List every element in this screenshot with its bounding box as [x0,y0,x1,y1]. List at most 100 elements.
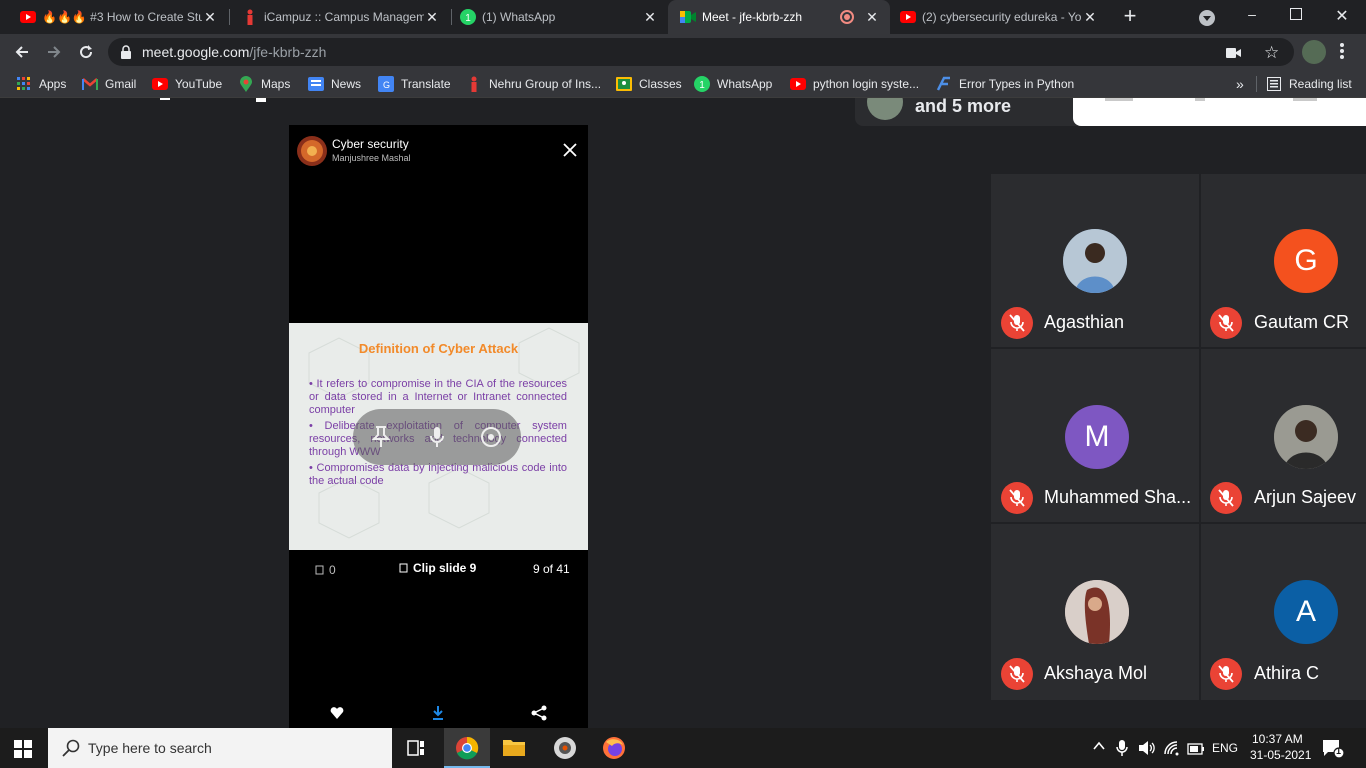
task-view-icon [407,740,424,756]
screen-share-overlay[interactable] [353,409,521,465]
tray-chevron-up-icon[interactable] [1092,739,1106,756]
taskbar-chrome[interactable] [444,728,490,768]
tab-youtube-edureka[interactable]: (2) cybersecurity edureka - Yo ✕ [888,0,1108,34]
windows-taskbar: Type here to search ENG 10:37 AM 31-05-2… [0,728,1366,768]
tray-time[interactable]: 10:37 AM [1252,732,1303,746]
disc-icon [554,737,576,759]
fullscreen-icon[interactable] [479,425,503,449]
like-button[interactable] [330,706,344,725]
star-icon[interactable]: ☆ [1264,43,1279,63]
tray-volume-icon[interactable] [1138,740,1156,761]
slide-bullet: • Compromises data by injecting maliciou… [309,462,567,487]
close-icon[interactable]: ✕ [642,9,658,25]
tray-date[interactable]: 31-05-2021 [1250,748,1311,762]
participants-more-text: and 5 more [915,98,1012,116]
tab-meet[interactable]: Meet - jfe-kbrb-zzh ✕ [668,0,890,34]
participant-tile-athira[interactable]: A Athira C [1201,524,1366,700]
window-close-button[interactable]: ✕ [1334,6,1350,26]
bookmark-gmail[interactable]: Gmail [82,70,136,98]
reload-button[interactable] [76,42,96,62]
participant-tile-arjun[interactable]: Arjun Sajeev [1201,349,1366,522]
tray-microphone-icon[interactable] [1116,739,1128,762]
tab-icampuz[interactable]: iCampuz :: Campus Managem ✕ [230,0,450,34]
taskbar-media-app[interactable] [553,736,577,765]
bookmark-error-types[interactable]: Error Types in Python [936,70,1074,98]
address-bar[interactable]: meet.google.com/jfe-kbrb-zzh ☆ [108,38,1294,66]
participant-tile-agasthian[interactable]: Agasthian [991,174,1199,347]
taskbar-file-explorer[interactable] [502,737,526,762]
bookmark-maps[interactable]: Maps [238,70,290,98]
notification-center-button[interactable]: 1 [1322,738,1345,763]
notification-count: 1 [1336,746,1342,756]
close-icon[interactable]: ✕ [1082,9,1098,25]
avatar [1065,580,1129,644]
camera-icon[interactable] [1226,46,1242,64]
participant-tile-muhammed[interactable]: M Muhammed Sha... [991,349,1199,522]
bookmark-label: Error Types in Python [959,77,1075,91]
bookmarks-overflow-button[interactable]: » [1236,70,1244,98]
bookmark-divider [1256,76,1257,92]
chrome-icon [456,736,479,760]
new-tab-button[interactable]: + [1118,5,1142,29]
tab-search-button[interactable] [1199,10,1215,26]
bookmark-label: python login syste... [813,77,920,91]
close-icon [563,143,577,157]
bookmark-news[interactable]: News [308,70,361,98]
minimize-button[interactable]: – [1242,6,1262,26]
translate-icon: G [378,76,394,92]
pin-icon[interactable] [371,425,391,449]
bookmark-whatsapp[interactable]: 1 WhatsApp [694,70,772,98]
clip-slide-button[interactable]: Clip slide 9 [399,561,476,575]
tab-youtube-stu[interactable]: 🔥🔥🔥 #3 How to Create Stu ✕ [8,0,228,34]
participant-tile-gautam[interactable]: G Gautam CR [1201,174,1366,347]
viewer-author: Manjushree Mashal [332,153,411,163]
reading-list-button[interactable]: Reading list [1266,70,1352,98]
avatar [1063,229,1127,293]
tray-language[interactable]: ENG [1212,741,1238,755]
bookmark-apps[interactable]: Apps [16,70,66,98]
news-icon [308,76,324,92]
mic-off-icon [1210,658,1242,690]
download-button[interactable] [431,705,445,726]
bookmark-python-login[interactable]: python login syste... [790,70,919,98]
bookmark-nehru[interactable]: Nehru Group of Ins... [466,70,601,98]
close-icon[interactable]: ✕ [202,9,218,25]
tray-battery-icon[interactable] [1187,742,1205,760]
heart-icon [330,707,344,719]
tab-title: Meet - jfe-kbrb-zzh [702,10,803,24]
task-view-button[interactable] [406,739,426,762]
bookmark-youtube[interactable]: YouTube [152,70,222,98]
slide-image: Definition of Cyber Attack • It refers t… [289,323,588,550]
viewer-close-button[interactable] [561,141,579,159]
recording-icon [840,10,854,24]
search-placeholder: Type here to search [88,740,212,756]
firefox-icon [603,737,625,759]
browser-toolbar: meet.google.com/jfe-kbrb-zzh ☆ [0,34,1366,70]
menu-kebab-icon[interactable] [1340,42,1346,62]
mic-off-icon [1001,307,1033,339]
tray-wifi-icon[interactable] [1163,740,1181,761]
tab-title: (2) cybersecurity edureka - Yo [922,10,1082,24]
participants-header: and 5 more [855,98,1077,126]
taskbar-firefox[interactable] [602,736,626,765]
back-button[interactable] [12,42,32,62]
bookmark-translate[interactable]: G Translate [378,70,451,98]
close-icon[interactable]: ✕ [864,9,880,25]
profile-avatar[interactable] [1302,40,1326,64]
bookmark-classes[interactable]: Classes [616,70,682,98]
arrow-right-icon [48,46,61,58]
windows-start-button[interactable] [14,740,32,763]
clip-icon [399,563,408,573]
restore-button[interactable] [1290,8,1302,20]
forward-button[interactable] [44,42,64,62]
close-icon[interactable]: ✕ [424,9,440,25]
search-icon [62,739,80,757]
mic-off-icon [1210,482,1242,514]
taskbar-search-box[interactable]: Type here to search [48,728,392,768]
share-button[interactable] [531,705,547,726]
tab-whatsapp[interactable]: 1 (1) WhatsApp ✕ [448,0,668,34]
participant-tile-akshaya[interactable]: Akshaya Mol [991,524,1199,700]
microphone-icon[interactable] [427,425,447,449]
gmail-icon [82,76,98,92]
bookmark-label: Gmail [105,77,137,91]
